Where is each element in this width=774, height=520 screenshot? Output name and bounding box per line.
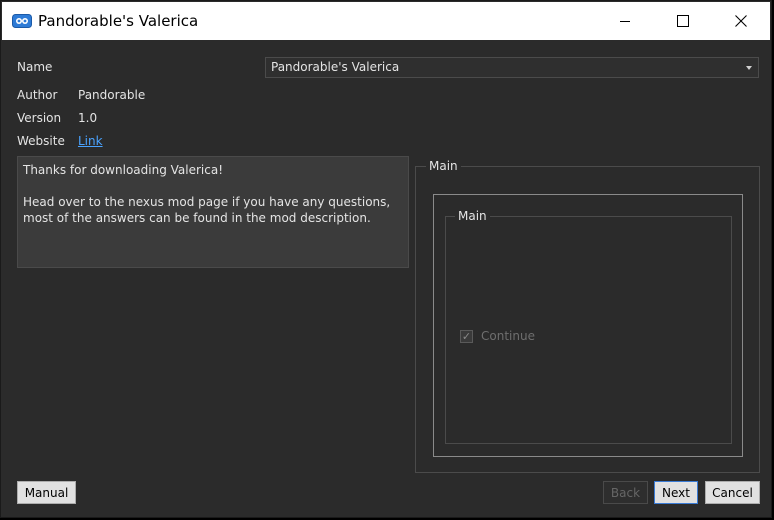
close-icon <box>735 15 747 27</box>
version-value: 1.0 <box>78 111 98 125</box>
window-title: Pandorable's Valerica <box>38 12 199 30</box>
continue-option[interactable]: ✓ Continue <box>460 329 535 343</box>
mod-name-select[interactable]: Pandorable's Valerica <box>265 57 759 78</box>
next-button[interactable]: Next <box>654 481 698 504</box>
maximize-button[interactable] <box>654 2 712 40</box>
installer-window: Pandorable's Valerica Name Pandorable's … <box>0 0 772 518</box>
continue-option-label: Continue <box>481 329 535 343</box>
description-box[interactable]: Thanks for downloading Valerica! Head ov… <box>17 156 409 268</box>
title-bar[interactable]: Pandorable's Valerica <box>2 2 770 40</box>
installer-content: Name Pandorable's Valerica Author Pandor… <box>2 40 770 516</box>
maximize-icon <box>677 15 689 27</box>
mod-name-value: Pandorable's Valerica <box>271 60 400 74</box>
checkbox[interactable]: ✓ <box>460 329 473 343</box>
author-label: Author <box>17 88 58 102</box>
website-label: Website <box>17 134 65 148</box>
outer-group-title: Main <box>426 159 461 173</box>
nexus-mod-manager-icon <box>12 14 32 28</box>
author-value: Pandorable <box>78 88 146 102</box>
close-button[interactable] <box>712 2 770 40</box>
version-label: Version <box>17 111 62 125</box>
manual-button[interactable]: Manual <box>17 481 76 504</box>
inner-group-title: Main <box>455 209 490 223</box>
minimize-icon <box>620 21 630 22</box>
name-label: Name <box>17 60 53 74</box>
minimize-button[interactable] <box>596 2 654 40</box>
checkmark-icon: ✓ <box>461 329 472 343</box>
website-link[interactable]: Link <box>78 134 103 148</box>
chevron-down-icon <box>746 66 752 70</box>
cancel-button[interactable]: Cancel <box>705 481 760 504</box>
back-button[interactable]: Back <box>603 481 648 504</box>
